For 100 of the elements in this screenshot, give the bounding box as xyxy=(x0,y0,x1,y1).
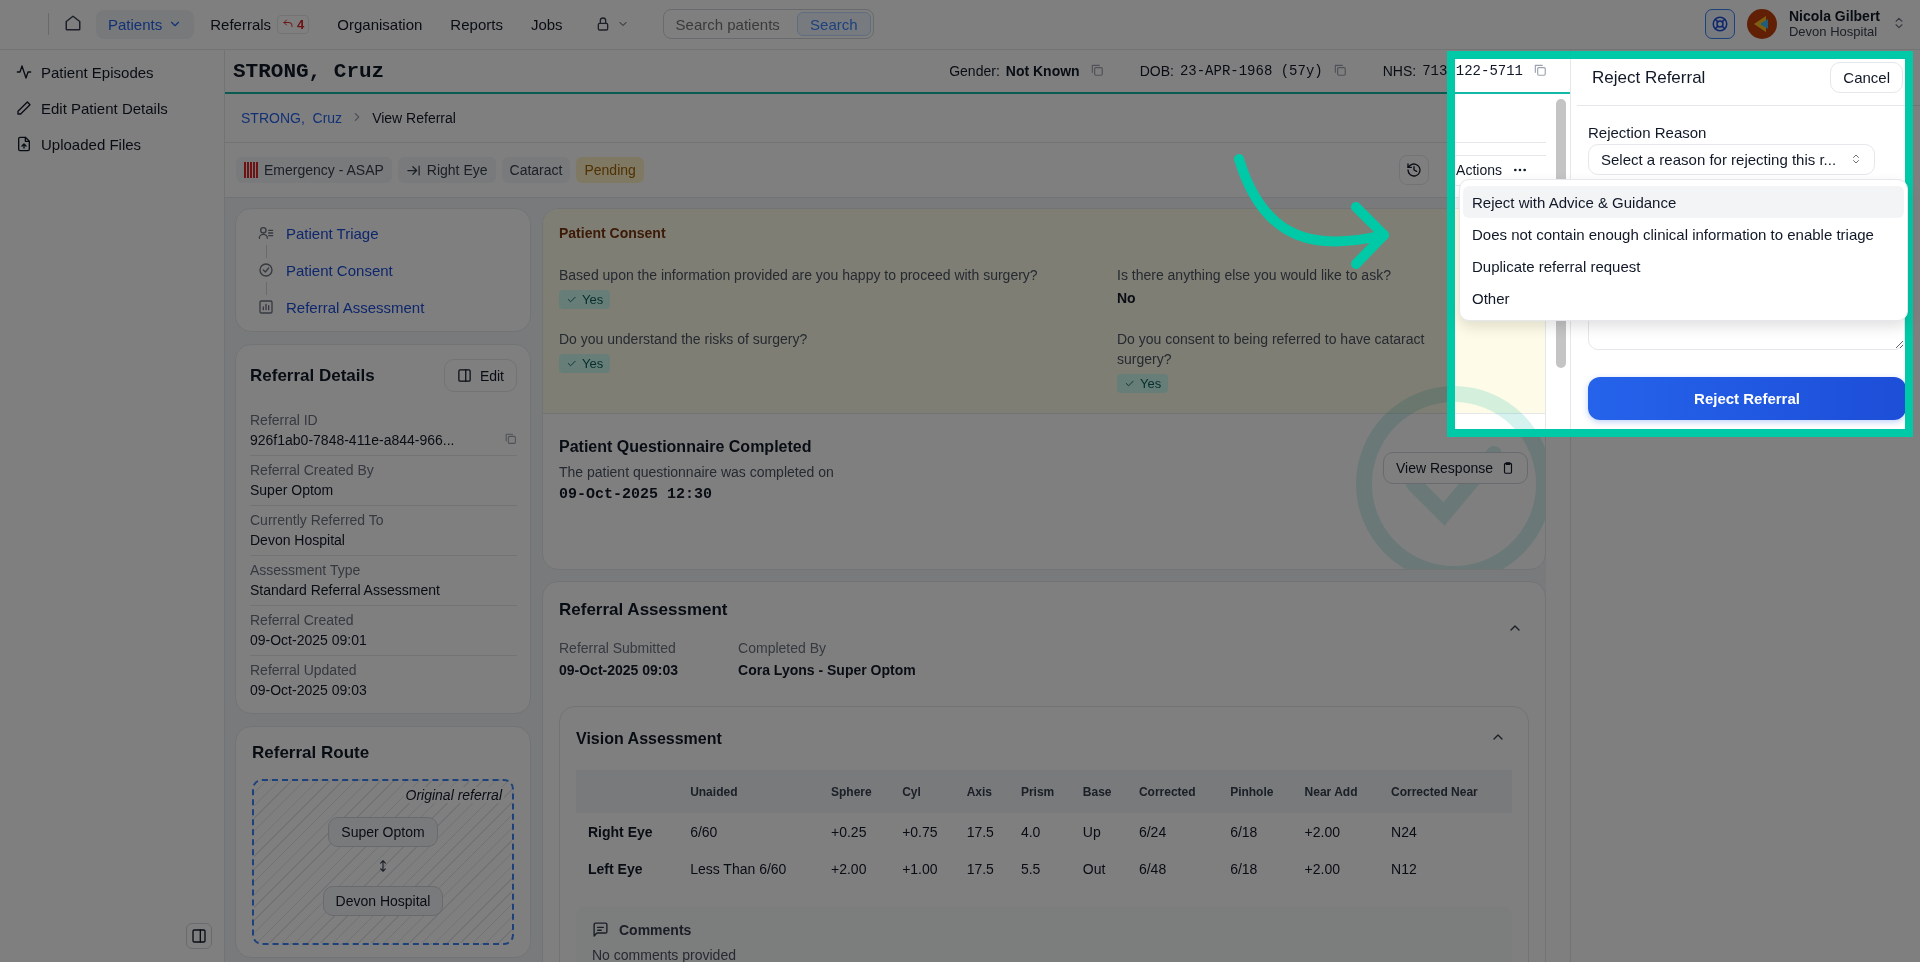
table-cell-text: N12 xyxy=(1390,859,1418,879)
dropdown-option[interactable]: Reject with Advice & Guidance xyxy=(1463,186,1904,218)
detail-label: Referral Created xyxy=(250,611,355,630)
table-cell: +0.25 xyxy=(823,813,895,850)
field-label: DOB: xyxy=(1139,63,1174,79)
column-header: Unaided xyxy=(682,770,823,813)
consent-question: Do you consent to being referred to have cataract surgery? xyxy=(1117,330,1426,369)
dropdown-option[interactable]: Duplicate referral request xyxy=(1463,250,1904,282)
message-icon xyxy=(592,921,609,938)
table-cell-text: 5.5 xyxy=(1019,859,1042,879)
tag: Pending xyxy=(576,157,644,183)
user-name: Nicola Gilbert xyxy=(1788,8,1880,24)
avatar[interactable] xyxy=(1746,9,1777,39)
column-header: Sphere xyxy=(823,770,895,813)
card-title: Referral Details xyxy=(250,365,375,386)
dropdown-option[interactable]: Does not contain enough clinical information to enable triage xyxy=(1463,218,1904,250)
dropdown-option[interactable]: Other xyxy=(1463,282,1904,314)
field-label: Gender: xyxy=(949,63,1000,79)
clipboard-icon xyxy=(1501,461,1515,475)
edit-button[interactable]: Edit xyxy=(443,359,517,392)
assessment-value: Cora Lyons - Super Optom xyxy=(738,662,916,678)
table-cell: Up xyxy=(1074,813,1131,850)
card-title: Referral Route xyxy=(252,743,370,762)
breadcrumb-link[interactable]: STRONG, Cruz xyxy=(241,110,343,126)
nav-link[interactable]: Organisation xyxy=(325,9,435,39)
table-cell: 4.0 xyxy=(1012,813,1075,850)
table-cell-text: 6/18 xyxy=(1229,859,1259,879)
table-cell-text: +2.00 xyxy=(1303,859,1341,879)
column-header: Prism xyxy=(1012,770,1075,813)
assessment-label: Referral Submitted xyxy=(559,640,677,656)
sidebar-item[interactable]: Uploaded Files xyxy=(16,126,212,162)
people-list-icon xyxy=(258,225,274,241)
cancel-button[interactable]: Cancel xyxy=(1830,62,1903,93)
detail-value: Standard Referral Assessment xyxy=(250,581,440,600)
help-button[interactable] xyxy=(1704,9,1735,39)
tag: Emergency - ASAP xyxy=(236,157,392,183)
assessment-value: 09-Oct-2025 09:03 xyxy=(559,662,679,678)
check-icon xyxy=(566,358,577,369)
answer-chip: Yes xyxy=(559,290,611,309)
column-header: Axis xyxy=(958,770,1013,813)
detail-value: Devon Hospital xyxy=(250,531,345,550)
route-node: Devon Hospital xyxy=(322,886,444,916)
table-cell-text: +2.00 xyxy=(830,859,868,879)
reason-select[interactable]: Select a reason for rejecting this r... xyxy=(1588,144,1875,175)
detail-label: Referral Updated xyxy=(250,661,358,680)
answer-chip: Yes xyxy=(559,354,611,373)
table-cell-text: +1.00 xyxy=(901,859,939,879)
reject-referral-button[interactable]: Reject Referral xyxy=(1588,377,1906,420)
panel-icon xyxy=(191,928,207,944)
copy-icon xyxy=(1533,62,1547,77)
nav-link[interactable]: Jobs xyxy=(518,9,575,39)
table-cell-text: Out xyxy=(1081,859,1107,879)
pulse-icon xyxy=(16,64,32,80)
column-header: Pinhole xyxy=(1222,770,1297,813)
answer-text: No xyxy=(1117,290,1136,306)
section-link[interactable]: Patient Consent xyxy=(258,258,393,282)
table-cell-text: 17.5 xyxy=(965,859,995,879)
copy-icon xyxy=(1332,62,1347,77)
card-title: Referral Assessment xyxy=(559,600,728,620)
check-icon xyxy=(1124,378,1135,389)
table-cell: 6/18 xyxy=(1222,813,1297,850)
detail-label: Referral Created By xyxy=(250,461,375,480)
view-response-button[interactable]: View Response xyxy=(1382,452,1528,484)
nav-link[interactable]: Referrals 4 xyxy=(198,8,322,40)
sidebar-item[interactable]: Edit Patient Details xyxy=(16,90,212,126)
section-link[interactable]: Patient Triage xyxy=(258,221,379,245)
sidebar-item[interactable]: Patient Episodes xyxy=(16,54,212,90)
column-header: Corrected xyxy=(1130,770,1223,813)
nav-link[interactable]: Patients xyxy=(96,9,195,39)
sidebar-toggle-button[interactable] xyxy=(186,923,212,949)
table-cell: +2.00 xyxy=(1296,813,1384,850)
questionnaire-text: The patient questionnaire was completed on xyxy=(559,464,834,480)
copy-icon xyxy=(504,432,517,445)
chevron-updown-icon xyxy=(1850,153,1862,165)
row-label: Left Eye xyxy=(587,859,644,879)
column-header: Corrected Near xyxy=(1383,770,1512,813)
comments-title: Comments xyxy=(619,921,692,938)
section-title: Patient Questionnaire Completed xyxy=(559,438,812,456)
detail-value: 926f1ab0-7848-411e-a844-966... xyxy=(250,431,455,450)
column-header: Cyl xyxy=(894,770,959,813)
field-value: Not Known xyxy=(1005,63,1080,79)
answer-chip: Yes xyxy=(1117,374,1169,393)
consent-question: Based upon the information provided are you happy to proceed with surgery? xyxy=(559,266,1038,285)
row-label: Right Eye xyxy=(576,813,683,850)
detail-label: Assessment Type xyxy=(250,561,362,580)
pencil-icon xyxy=(16,100,32,116)
consent-question: Is there anything else you would like to ask? xyxy=(1117,266,1391,285)
section-link[interactable]: Referral Assessment xyxy=(258,295,425,319)
chart-icon xyxy=(258,299,274,315)
copy-icon xyxy=(1089,62,1104,77)
tag: Cataract xyxy=(501,157,571,183)
panel-icon xyxy=(456,368,472,383)
history-icon xyxy=(1406,162,1423,178)
nav-link[interactable]: Reports xyxy=(438,9,515,39)
field-label: Rejection Reason xyxy=(1588,124,1708,141)
breadcrumb-current: View Referral xyxy=(372,110,456,126)
history-button[interactable] xyxy=(1399,155,1430,185)
table-cell: 6/60 xyxy=(682,813,823,850)
user-organisation: Devon Hospital xyxy=(1788,24,1879,40)
check-icon xyxy=(566,294,577,305)
